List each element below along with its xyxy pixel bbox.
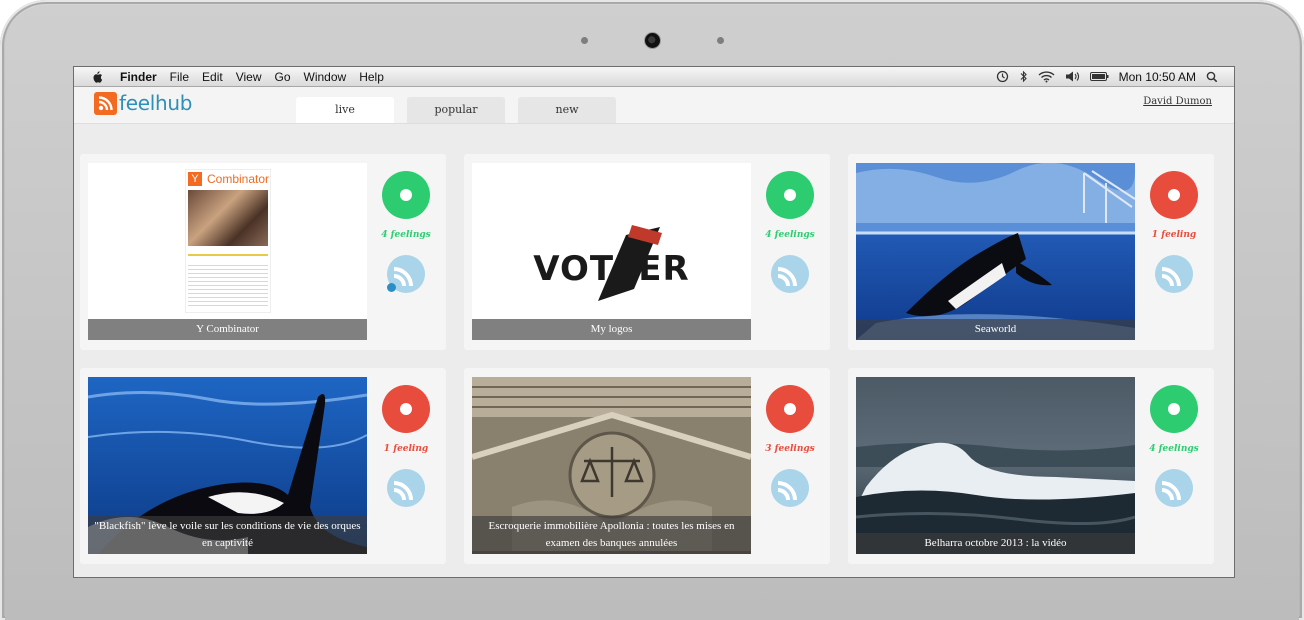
card-title: Escroquerie immobilière Apollonia : tout… (472, 516, 751, 554)
feelhub-logo-icon (94, 91, 117, 115)
yc-photo (188, 190, 268, 246)
menubar-clock[interactable]: Mon 10:50 AM (1119, 70, 1196, 84)
yc-heading: Combinator (207, 172, 270, 186)
battery-icon[interactable] (1089, 71, 1109, 82)
spotlight-search-icon[interactable] (1206, 71, 1218, 83)
big-wave-image (856, 377, 1135, 554)
feeling-indicator[interactable] (766, 385, 814, 433)
feeling-indicator[interactable] (1150, 171, 1198, 219)
subscribe-rss-icon[interactable] (387, 255, 425, 293)
feed-card[interactable]: "Blackfish" lève le voile sur les condit… (80, 368, 446, 564)
tab-new[interactable]: new (518, 97, 616, 123)
feelhub-logo-text: feelhub (119, 91, 193, 115)
feed-card[interactable]: Y Combinator Y Combinator 4 feelings (80, 154, 446, 350)
feed-card[interactable]: VOTEER My logos 4 feelings (464, 154, 830, 350)
feelings-count[interactable]: 4 feelings (754, 230, 826, 240)
card-title: My logos (472, 319, 751, 340)
screen: Finder File Edit View Go Window Help Mon (73, 66, 1235, 578)
yc-logo-icon: Y (188, 172, 202, 186)
card-title: "Blackfish" lève le voile sur les condit… (88, 516, 367, 554)
card-thumbnail[interactable]: Belharra octobre 2013 : la vidéo (856, 377, 1135, 554)
app-header: feelhub live popular new David Dumon (74, 87, 1234, 124)
camera-icon (644, 32, 661, 49)
apple-icon[interactable] (90, 70, 104, 84)
feelings-count[interactable]: 1 feeling (370, 444, 442, 454)
menu-go[interactable]: Go (275, 70, 291, 84)
mac-menubar: Finder File Edit View Go Window Help Mon (74, 67, 1234, 87)
feed-card[interactable]: Belharra octobre 2013 : la vidéo 4 feeli… (848, 368, 1214, 564)
feeling-indicator[interactable] (766, 171, 814, 219)
orca-show-image (856, 163, 1135, 340)
subscribe-rss-icon[interactable] (771, 469, 809, 507)
feelhub-logo[interactable]: feelhub (94, 91, 192, 115)
feelings-count[interactable]: 1 feeling (1138, 230, 1210, 240)
tab-popular[interactable]: popular (407, 97, 505, 123)
menu-edit[interactable]: Edit (202, 70, 223, 84)
menu-file[interactable]: File (170, 70, 189, 84)
feeling-indicator[interactable] (382, 385, 430, 433)
camera-sensor-right (717, 37, 724, 44)
subscribe-rss-icon[interactable] (1155, 469, 1193, 507)
feeling-indicator[interactable] (382, 171, 430, 219)
feelings-count[interactable]: 3 feelings (754, 444, 826, 454)
bluetooth-icon[interactable] (1019, 70, 1028, 83)
feed-card[interactable]: Seaworld 1 feeling (848, 154, 1214, 350)
menu-help[interactable]: Help (359, 70, 384, 84)
user-profile-link[interactable]: David Dumon (1143, 96, 1212, 107)
wifi-icon[interactable] (1038, 70, 1055, 83)
time-machine-icon[interactable] (996, 70, 1009, 83)
card-title: Belharra octobre 2013 : la vidéo (856, 533, 1135, 554)
card-thumbnail[interactable]: Y Combinator Y Combinator (88, 163, 367, 340)
card-thumbnail[interactable]: "Blackfish" lève le voile sur les condit… (88, 377, 367, 554)
tab-live[interactable]: live (296, 97, 394, 123)
voteer-wordmark: VOTEER (533, 249, 690, 289)
yc-page-image: Y Combinator (185, 169, 271, 313)
card-thumbnail[interactable]: Seaworld (856, 163, 1135, 340)
card-thumbnail[interactable]: Escroquerie immobilière Apollonia : tout… (472, 377, 751, 554)
menu-view[interactable]: View (236, 70, 262, 84)
volume-icon[interactable] (1065, 70, 1080, 83)
feeling-indicator[interactable] (1150, 385, 1198, 433)
menu-window[interactable]: Window (304, 70, 347, 84)
menu-finder[interactable]: Finder (120, 70, 157, 84)
card-title: Seaworld (856, 319, 1135, 340)
subscribe-rss-icon[interactable] (1155, 255, 1193, 293)
subscribe-rss-icon[interactable] (771, 255, 809, 293)
subscribed-dot (387, 283, 396, 292)
card-thumbnail[interactable]: VOTEER My logos (472, 163, 751, 340)
feelings-count[interactable]: 4 feelings (370, 230, 442, 240)
subscribe-rss-icon[interactable] (387, 469, 425, 507)
feed-card[interactable]: Escroquerie immobilière Apollonia : tout… (464, 368, 830, 564)
camera-sensor-left (581, 37, 588, 44)
card-title: Y Combinator (88, 319, 367, 340)
feelings-count[interactable]: 4 feelings (1138, 444, 1210, 454)
